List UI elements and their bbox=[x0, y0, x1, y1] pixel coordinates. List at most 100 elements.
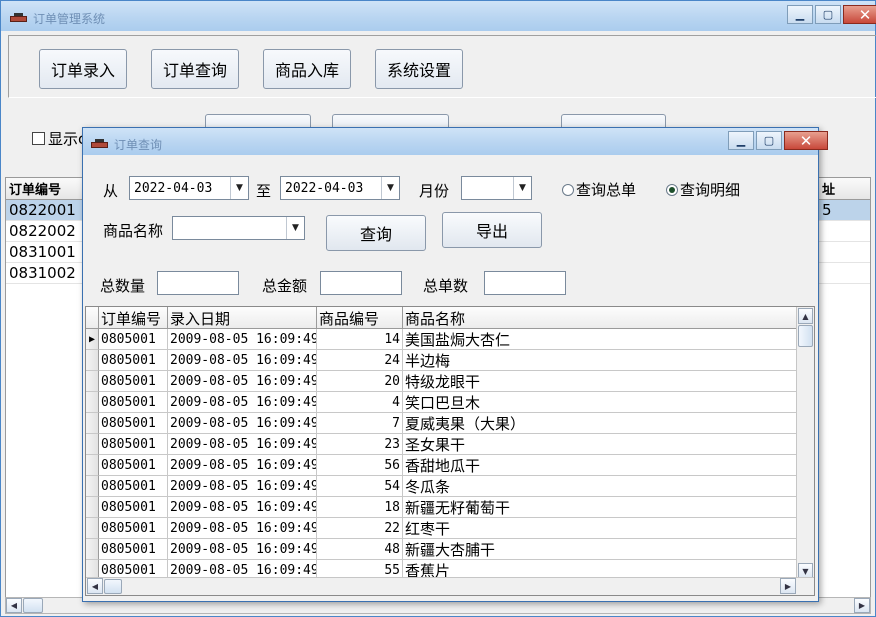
close-icon: ✕ bbox=[858, 5, 872, 24]
chevron-down-icon[interactable]: ▼ bbox=[381, 177, 399, 199]
grid-horizontal-scrollbar[interactable]: ◀ ▶ bbox=[86, 577, 814, 595]
product-name-select[interactable]: ▼ bbox=[172, 216, 305, 240]
cell-product-code: 48 bbox=[317, 539, 403, 560]
dialog-minimize-button[interactable]: ▁ bbox=[728, 131, 754, 150]
table-row[interactable]: 0805001 2009-08-05 16:09:49 18 新疆无籽葡萄干 bbox=[86, 497, 801, 518]
query-button[interactable]: 查询 bbox=[326, 215, 426, 251]
dialog-title: 订单查询 bbox=[114, 138, 163, 152]
cell-entry-date: 2009-08-05 16:09:49 bbox=[168, 371, 317, 392]
bg-header-order-id[interactable]: 订单编号 bbox=[6, 178, 86, 199]
table-row[interactable]: 0805001 2009-08-05 16:09:49 4 笑口巴旦木 bbox=[86, 392, 801, 413]
row-indicator bbox=[86, 476, 99, 497]
radio-detail-indicator[interactable] bbox=[666, 183, 678, 196]
radio-summary-indicator[interactable] bbox=[562, 183, 574, 196]
cell-product-name: 特级龙眼干 bbox=[403, 371, 801, 392]
to-date-value: 2022-04-03 bbox=[285, 180, 364, 196]
bg-scroll-right-icon[interactable]: ▶ bbox=[854, 598, 870, 613]
cell-product-name: 新疆无籽葡萄干 bbox=[403, 497, 801, 518]
to-label: 至 bbox=[256, 182, 272, 200]
total-amount-field[interactable] bbox=[320, 271, 402, 295]
row-indicator bbox=[86, 413, 99, 434]
radio-query-detail[interactable]: 查询明细 bbox=[666, 179, 740, 200]
total-qty-field[interactable] bbox=[157, 271, 239, 295]
scroll-right-icon[interactable]: ▶ bbox=[780, 578, 796, 594]
maximize-icon: ▢ bbox=[763, 134, 775, 147]
order-detail-grid[interactable]: 订单编号 录入日期 商品编号 商品名称 ▶ 0805001 2009-08-05 1… bbox=[85, 306, 815, 596]
radio-query-summary[interactable]: 查询总单 bbox=[562, 179, 636, 200]
table-row[interactable]: 0805001 2009-08-05 16:09:49 22 红枣干 bbox=[86, 518, 801, 539]
row-indicator bbox=[86, 455, 99, 476]
order-query-dialog: 订单查询 ▁ ▢ ✕ 从 2022-04-03 ▼ 至 2022-04-03 ▼… bbox=[82, 127, 828, 602]
minimize-icon: ▁ bbox=[795, 8, 805, 21]
row-indicator bbox=[86, 350, 99, 371]
row-indicator bbox=[86, 371, 99, 392]
dialog-titlebar[interactable]: 订单查询 ▁ ▢ ✕ bbox=[83, 128, 828, 155]
col-header-order-id[interactable]: 订单编号 bbox=[99, 307, 168, 329]
cell-product-name: 美国盐焗大杏仁 bbox=[403, 329, 801, 350]
bg-order-id: 0822001 bbox=[9, 201, 76, 219]
table-row[interactable]: 0805001 2009-08-05 16:09:49 24 半边梅 bbox=[86, 350, 801, 371]
cell-product-code: 23 bbox=[317, 434, 403, 455]
col-header-product-code[interactable]: 商品编号 bbox=[317, 307, 403, 329]
col-header-entry-date[interactable]: 录入日期 bbox=[168, 307, 317, 329]
month-label: 月份 bbox=[419, 182, 450, 200]
chevron-down-icon[interactable]: ▼ bbox=[286, 217, 304, 239]
order-entry-button[interactable]: 订单录入 bbox=[39, 49, 127, 89]
table-row[interactable]: 0805001 2009-08-05 16:09:49 7 夏威夷果（大果） bbox=[86, 413, 801, 434]
total-orders-field[interactable] bbox=[484, 271, 566, 295]
show-checkbox[interactable] bbox=[32, 132, 45, 145]
total-amount-label: 总金额 bbox=[262, 277, 308, 295]
app-icon bbox=[10, 13, 27, 22]
bg-order-id: 0831001 bbox=[9, 243, 76, 261]
bg-scroll-left-icon[interactable]: ◀ bbox=[6, 598, 22, 613]
cell-product-name: 红枣干 bbox=[403, 518, 801, 539]
bg-order-id: 0831002 bbox=[9, 264, 76, 282]
cell-product-code: 4 bbox=[317, 392, 403, 413]
cell-entry-date: 2009-08-05 16:09:49 bbox=[168, 392, 317, 413]
grid-vertical-scrollbar[interactable]: ▲ ▼ bbox=[796, 307, 814, 579]
order-query-button[interactable]: 订单查询 bbox=[151, 49, 239, 89]
month-select[interactable]: ▼ bbox=[461, 176, 532, 200]
show-checkbox-row[interactable]: 显示c bbox=[32, 128, 86, 149]
radio-detail-label: 查询明细 bbox=[680, 181, 741, 199]
to-date-picker[interactable]: 2022-04-03 ▼ bbox=[280, 176, 400, 200]
dialog-close-button[interactable]: ✕ bbox=[784, 131, 828, 150]
cell-product-code: 54 bbox=[317, 476, 403, 497]
table-row[interactable]: ▶ 0805001 2009-08-05 16:09:49 14 美国盐焗大杏仁 bbox=[86, 329, 801, 350]
chevron-down-icon[interactable]: ▼ bbox=[230, 177, 248, 199]
from-date-value: 2022-04-03 bbox=[134, 180, 213, 196]
col-header-product-name[interactable]: 商品名称 bbox=[403, 307, 801, 329]
minimize-button[interactable]: ▁ bbox=[787, 5, 813, 24]
table-row[interactable]: 0805001 2009-08-05 16:09:49 48 新疆大杏脯干 bbox=[86, 539, 801, 560]
hscroll-thumb[interactable] bbox=[104, 579, 122, 594]
vscroll-thumb[interactable] bbox=[798, 325, 813, 347]
stock-in-button[interactable]: 商品入库 bbox=[263, 49, 351, 89]
main-titlebar[interactable]: 订单管理系统 ▁ ▢ ✕ bbox=[1, 1, 876, 31]
from-date-picker[interactable]: 2022-04-03 ▼ bbox=[129, 176, 249, 200]
cell-product-code: 20 bbox=[317, 371, 403, 392]
table-row[interactable]: 0805001 2009-08-05 16:09:49 56 香甜地瓜干 bbox=[86, 455, 801, 476]
bg-hscroll-thumb[interactable] bbox=[23, 598, 43, 613]
system-settings-button[interactable]: 系统设置 bbox=[375, 49, 463, 89]
bg-header-address[interactable]: 址 bbox=[822, 178, 870, 199]
scroll-left-icon[interactable]: ◀ bbox=[87, 578, 103, 594]
maximize-button[interactable]: ▢ bbox=[815, 5, 841, 24]
cell-order-id: 0805001 bbox=[99, 371, 168, 392]
table-row[interactable]: 0805001 2009-08-05 16:09:49 20 特级龙眼干 bbox=[86, 371, 801, 392]
row-indicator bbox=[86, 539, 99, 560]
cell-product-name: 冬瓜条 bbox=[403, 476, 801, 497]
dialog-maximize-button[interactable]: ▢ bbox=[756, 131, 782, 150]
dialog-app-icon bbox=[91, 139, 108, 148]
cell-order-id: 0805001 bbox=[99, 413, 168, 434]
cell-order-id: 0805001 bbox=[99, 476, 168, 497]
table-row[interactable]: 0805001 2009-08-05 16:09:49 54 冬瓜条 bbox=[86, 476, 801, 497]
cell-entry-date: 2009-08-05 16:09:49 bbox=[168, 350, 317, 371]
radio-summary-label: 查询总单 bbox=[576, 181, 637, 199]
cell-order-id: 0805001 bbox=[99, 455, 168, 476]
cell-order-id: 0805001 bbox=[99, 539, 168, 560]
chevron-down-icon[interactable]: ▼ bbox=[513, 177, 531, 199]
close-button[interactable]: ✕ bbox=[843, 5, 876, 24]
scroll-up-icon[interactable]: ▲ bbox=[798, 308, 813, 324]
export-button[interactable]: 导出 bbox=[442, 212, 542, 248]
table-row[interactable]: 0805001 2009-08-05 16:09:49 23 圣女果干 bbox=[86, 434, 801, 455]
